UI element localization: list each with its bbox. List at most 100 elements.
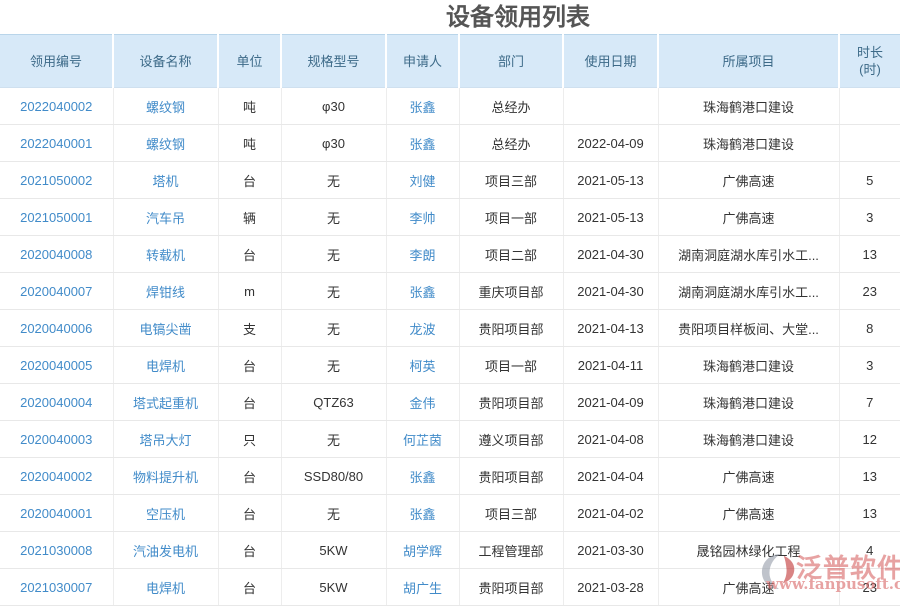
cell-equipment-name: 电焊机 xyxy=(113,347,218,384)
cell-project: 贵阳项目样板间、大堂... xyxy=(658,310,839,347)
equipment-name-link[interactable]: 塔吊大灯 xyxy=(139,433,191,448)
cell-department: 工程管理部 xyxy=(459,532,563,569)
equipment-name-link[interactable]: 汽车吊 xyxy=(146,211,185,226)
cell-applicant: 胡学辉 xyxy=(386,532,459,569)
cell-duration: 23 xyxy=(839,273,900,310)
cell-spec-model: φ30 xyxy=(281,88,386,125)
cell-project: 珠海鹤港口建设 xyxy=(658,421,839,458)
cell-requisition-id: 2022040002 xyxy=(0,88,113,125)
applicant-link[interactable]: 龙波 xyxy=(409,322,435,337)
requisition-id-link[interactable]: 2020040004 xyxy=(20,395,92,410)
applicant-link[interactable]: 金伟 xyxy=(409,396,435,411)
cell-project: 广佛高速 xyxy=(658,199,839,236)
cell-spec-model: φ30 xyxy=(281,125,386,162)
cell-duration: 13 xyxy=(839,236,900,273)
applicant-link[interactable]: 刘健 xyxy=(409,174,435,189)
equipment-name-link[interactable]: 电焊机 xyxy=(146,359,185,374)
column-header-project: 所属项目 xyxy=(658,35,839,88)
table-header-row: 领用编号设备名称单位规格型号申请人部门使用日期所属项目时长 (时) xyxy=(0,35,900,88)
cell-department: 总经办 xyxy=(459,88,563,125)
cell-department: 总经办 xyxy=(459,125,563,162)
column-header-duration: 时长 (时) xyxy=(839,35,900,88)
equipment-name-link[interactable]: 汽油发电机 xyxy=(133,544,198,559)
table-row: 2021050001汽车吊辆无李帅项目一部2021-05-13广佛高速3 xyxy=(0,199,900,236)
applicant-link[interactable]: 柯英 xyxy=(409,359,435,374)
applicant-link[interactable]: 胡广生 xyxy=(403,581,442,596)
cell-equipment-name: 空压机 xyxy=(113,495,218,532)
applicant-link[interactable]: 李帅 xyxy=(409,211,435,226)
requisition-id-link[interactable]: 2021050001 xyxy=(20,210,92,225)
table-head: 领用编号设备名称单位规格型号申请人部门使用日期所属项目时长 (时) xyxy=(0,35,900,88)
requisition-id-link[interactable]: 2021030007 xyxy=(20,580,92,595)
equipment-name-link[interactable]: 电焊机 xyxy=(146,581,185,596)
applicant-link[interactable]: 张鑫 xyxy=(409,137,435,152)
cell-requisition-id: 2021050001 xyxy=(0,199,113,236)
requisition-id-link[interactable]: 2020040005 xyxy=(20,358,92,373)
cell-spec-model: 5KW xyxy=(281,532,386,569)
cell-department: 项目三部 xyxy=(459,162,563,199)
requisition-id-link[interactable]: 2020040003 xyxy=(20,432,92,447)
cell-duration: 13 xyxy=(839,458,900,495)
table-row: 2020040004塔式起重机台QTZ63金伟贵阳项目部2021-04-09珠海… xyxy=(0,384,900,421)
cell-spec-model: QTZ63 xyxy=(281,384,386,421)
applicant-link[interactable]: 张鑫 xyxy=(409,285,435,300)
cell-project: 珠海鹤港口建设 xyxy=(658,88,839,125)
cell-applicant: 金伟 xyxy=(386,384,459,421)
requisition-id-link[interactable]: 2021050002 xyxy=(20,173,92,188)
cell-unit: 台 xyxy=(218,532,281,569)
requisition-id-link[interactable]: 2020040002 xyxy=(20,469,92,484)
cell-spec-model: 无 xyxy=(281,162,386,199)
cell-use-date: 2021-05-13 xyxy=(563,162,658,199)
cell-project: 广佛高速 xyxy=(658,162,839,199)
equipment-name-link[interactable]: 物料提升机 xyxy=(133,470,198,485)
equipment-name-link[interactable]: 转载机 xyxy=(146,248,185,263)
cell-spec-model: SSD80/80 xyxy=(281,458,386,495)
cell-project: 珠海鹤港口建设 xyxy=(658,384,839,421)
cell-use-date: 2021-03-30 xyxy=(563,532,658,569)
cell-department: 项目二部 xyxy=(459,236,563,273)
equipment-name-link[interactable]: 空压机 xyxy=(146,507,185,522)
cell-project: 湖南洞庭湖水库引水工... xyxy=(658,236,839,273)
cell-duration: 12 xyxy=(839,421,900,458)
cell-project: 珠海鹤港口建设 xyxy=(658,125,839,162)
cell-unit: 台 xyxy=(218,384,281,421)
applicant-link[interactable]: 张鑫 xyxy=(409,470,435,485)
table-row: 2021050002塔机台无刘健项目三部2021-05-13广佛高速5 xyxy=(0,162,900,199)
cell-requisition-id: 2020040003 xyxy=(0,421,113,458)
equipment-name-link[interactable]: 电镐尖凿 xyxy=(139,322,191,337)
cell-department: 贵阳项目部 xyxy=(459,384,563,421)
cell-use-date xyxy=(563,88,658,125)
table-row: 2020040008转载机台无李朗项目二部2021-04-30湖南洞庭湖水库引水… xyxy=(0,236,900,273)
applicant-link[interactable]: 张鑫 xyxy=(409,507,435,522)
requisition-id-link[interactable]: 2020040008 xyxy=(20,247,92,262)
column-header-unit: 单位 xyxy=(218,35,281,88)
equipment-name-link[interactable]: 塔机 xyxy=(152,174,178,189)
cell-requisition-id: 2020040005 xyxy=(0,347,113,384)
table-row: 2022040002螺纹钢吨φ30张鑫总经办珠海鹤港口建设 xyxy=(0,88,900,125)
cell-equipment-name: 塔机 xyxy=(113,162,218,199)
requisition-id-link[interactable]: 2020040001 xyxy=(20,506,92,521)
equipment-name-link[interactable]: 塔式起重机 xyxy=(133,396,198,411)
cell-duration: 3 xyxy=(839,199,900,236)
applicant-link[interactable]: 胡学辉 xyxy=(403,544,442,559)
table-row: 2020040003塔吊大灯只无何芷茵遵义项目部2021-04-08珠海鹤港口建… xyxy=(0,421,900,458)
cell-unit: 吨 xyxy=(218,125,281,162)
applicant-link[interactable]: 何芷茵 xyxy=(403,433,442,448)
cell-spec-model: 无 xyxy=(281,347,386,384)
equipment-name-link[interactable]: 焊钳线 xyxy=(146,285,185,300)
cell-applicant: 李朗 xyxy=(386,236,459,273)
cell-department: 项目一部 xyxy=(459,199,563,236)
cell-equipment-name: 塔式起重机 xyxy=(113,384,218,421)
column-header-spec-model: 规格型号 xyxy=(281,35,386,88)
equipment-requisition-page: 设备领用列表 领用编号设备名称单位规格型号申请人部门使用日期所属项目时长 (时)… xyxy=(0,0,900,606)
equipment-name-link[interactable]: 螺纹钢 xyxy=(146,100,185,115)
cell-department: 贵阳项目部 xyxy=(459,458,563,495)
equipment-name-link[interactable]: 螺纹钢 xyxy=(146,137,185,152)
requisition-id-link[interactable]: 2021030008 xyxy=(20,543,92,558)
requisition-id-link[interactable]: 2020040006 xyxy=(20,321,92,336)
applicant-link[interactable]: 李朗 xyxy=(409,248,435,263)
requisition-id-link[interactable]: 2022040001 xyxy=(20,136,92,151)
requisition-id-link[interactable]: 2020040007 xyxy=(20,284,92,299)
requisition-id-link[interactable]: 2022040002 xyxy=(20,99,92,114)
applicant-link[interactable]: 张鑫 xyxy=(409,100,435,115)
